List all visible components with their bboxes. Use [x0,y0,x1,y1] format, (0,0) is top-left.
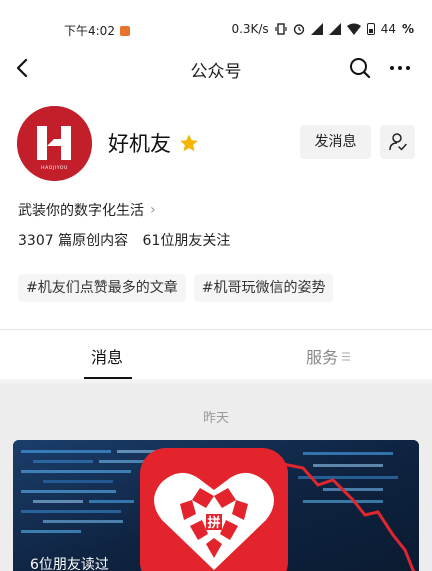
status-time: 下午4:02 [64,24,115,38]
chevron-right-icon: › [150,202,156,218]
tab-services-label: 服务 [306,348,339,367]
vibrate-icon [275,23,287,35]
battery-level: 44 [380,22,396,36]
section-divider [0,329,432,330]
send-message-button[interactable]: 发消息 [300,125,371,159]
svg-text:拼: 拼 [207,515,220,531]
article-card[interactable]: 拼 6位朋友读过 [13,440,419,571]
search-icon[interactable] [346,54,374,82]
topic-tag[interactable]: #机哥玩微信的姿势 [193,274,334,302]
account-name-row: 好机友 [108,128,199,158]
card-caption: 6位朋友读过 [30,557,109,571]
alarm-icon [293,24,304,35]
tab-services[interactable]: 服务 [306,344,351,368]
battery-percent-sign: % [401,22,414,36]
friends-following: 61位朋友关注 [142,233,231,249]
date-separator: 昨天 [202,411,229,426]
account-avatar[interactable]: HAOJIYOU [17,106,92,181]
menu-lines-icon [342,352,351,360]
account-intro-text: 武装你的数字化生活 [18,203,144,219]
followed-button[interactable] [380,125,415,159]
user-check-icon [388,133,407,151]
account-name: 好机友 [108,132,171,156]
status-left: 下午4:02 [64,22,130,39]
status-right: 0.3K/s 44 % [231,22,414,36]
battery-icon [366,23,375,35]
star-icon [180,134,198,152]
wifi-icon [346,23,361,35]
network-speed: 0.3K/s [231,22,269,36]
notification-app-icon [119,25,130,36]
topic-tags: #机友们点赞最多的文章 #机哥玩微信的姿势 [18,274,334,302]
status-bar: 下午4:02 0.3K/s 44 % [0,0,432,40]
article-cover-image: 拼 [13,440,419,571]
tab-messages[interactable]: 消息 [91,344,123,368]
article-count: 3307 篇原创内容 [18,233,129,249]
account-intro[interactable]: 武装你的数字化生活 › [18,200,156,220]
message-feed: 昨天 拼 6位朋友读过 [0,379,432,571]
svg-text:HAOJIYOU: HAOJIYOU [41,165,68,171]
signal-hd-icon-1 [310,23,323,35]
account-stats: 3307 篇原创内容 61位朋友关注 [18,230,230,250]
signal-hd-icon-2 [328,23,341,35]
topic-tag[interactable]: #机友们点赞最多的文章 [18,274,186,302]
feed-shadow [0,379,432,385]
haojiyou-logo: HAOJIYOU [17,106,92,181]
more-options-icon[interactable] [386,54,414,82]
nav-bar: 公众号 [0,48,432,88]
